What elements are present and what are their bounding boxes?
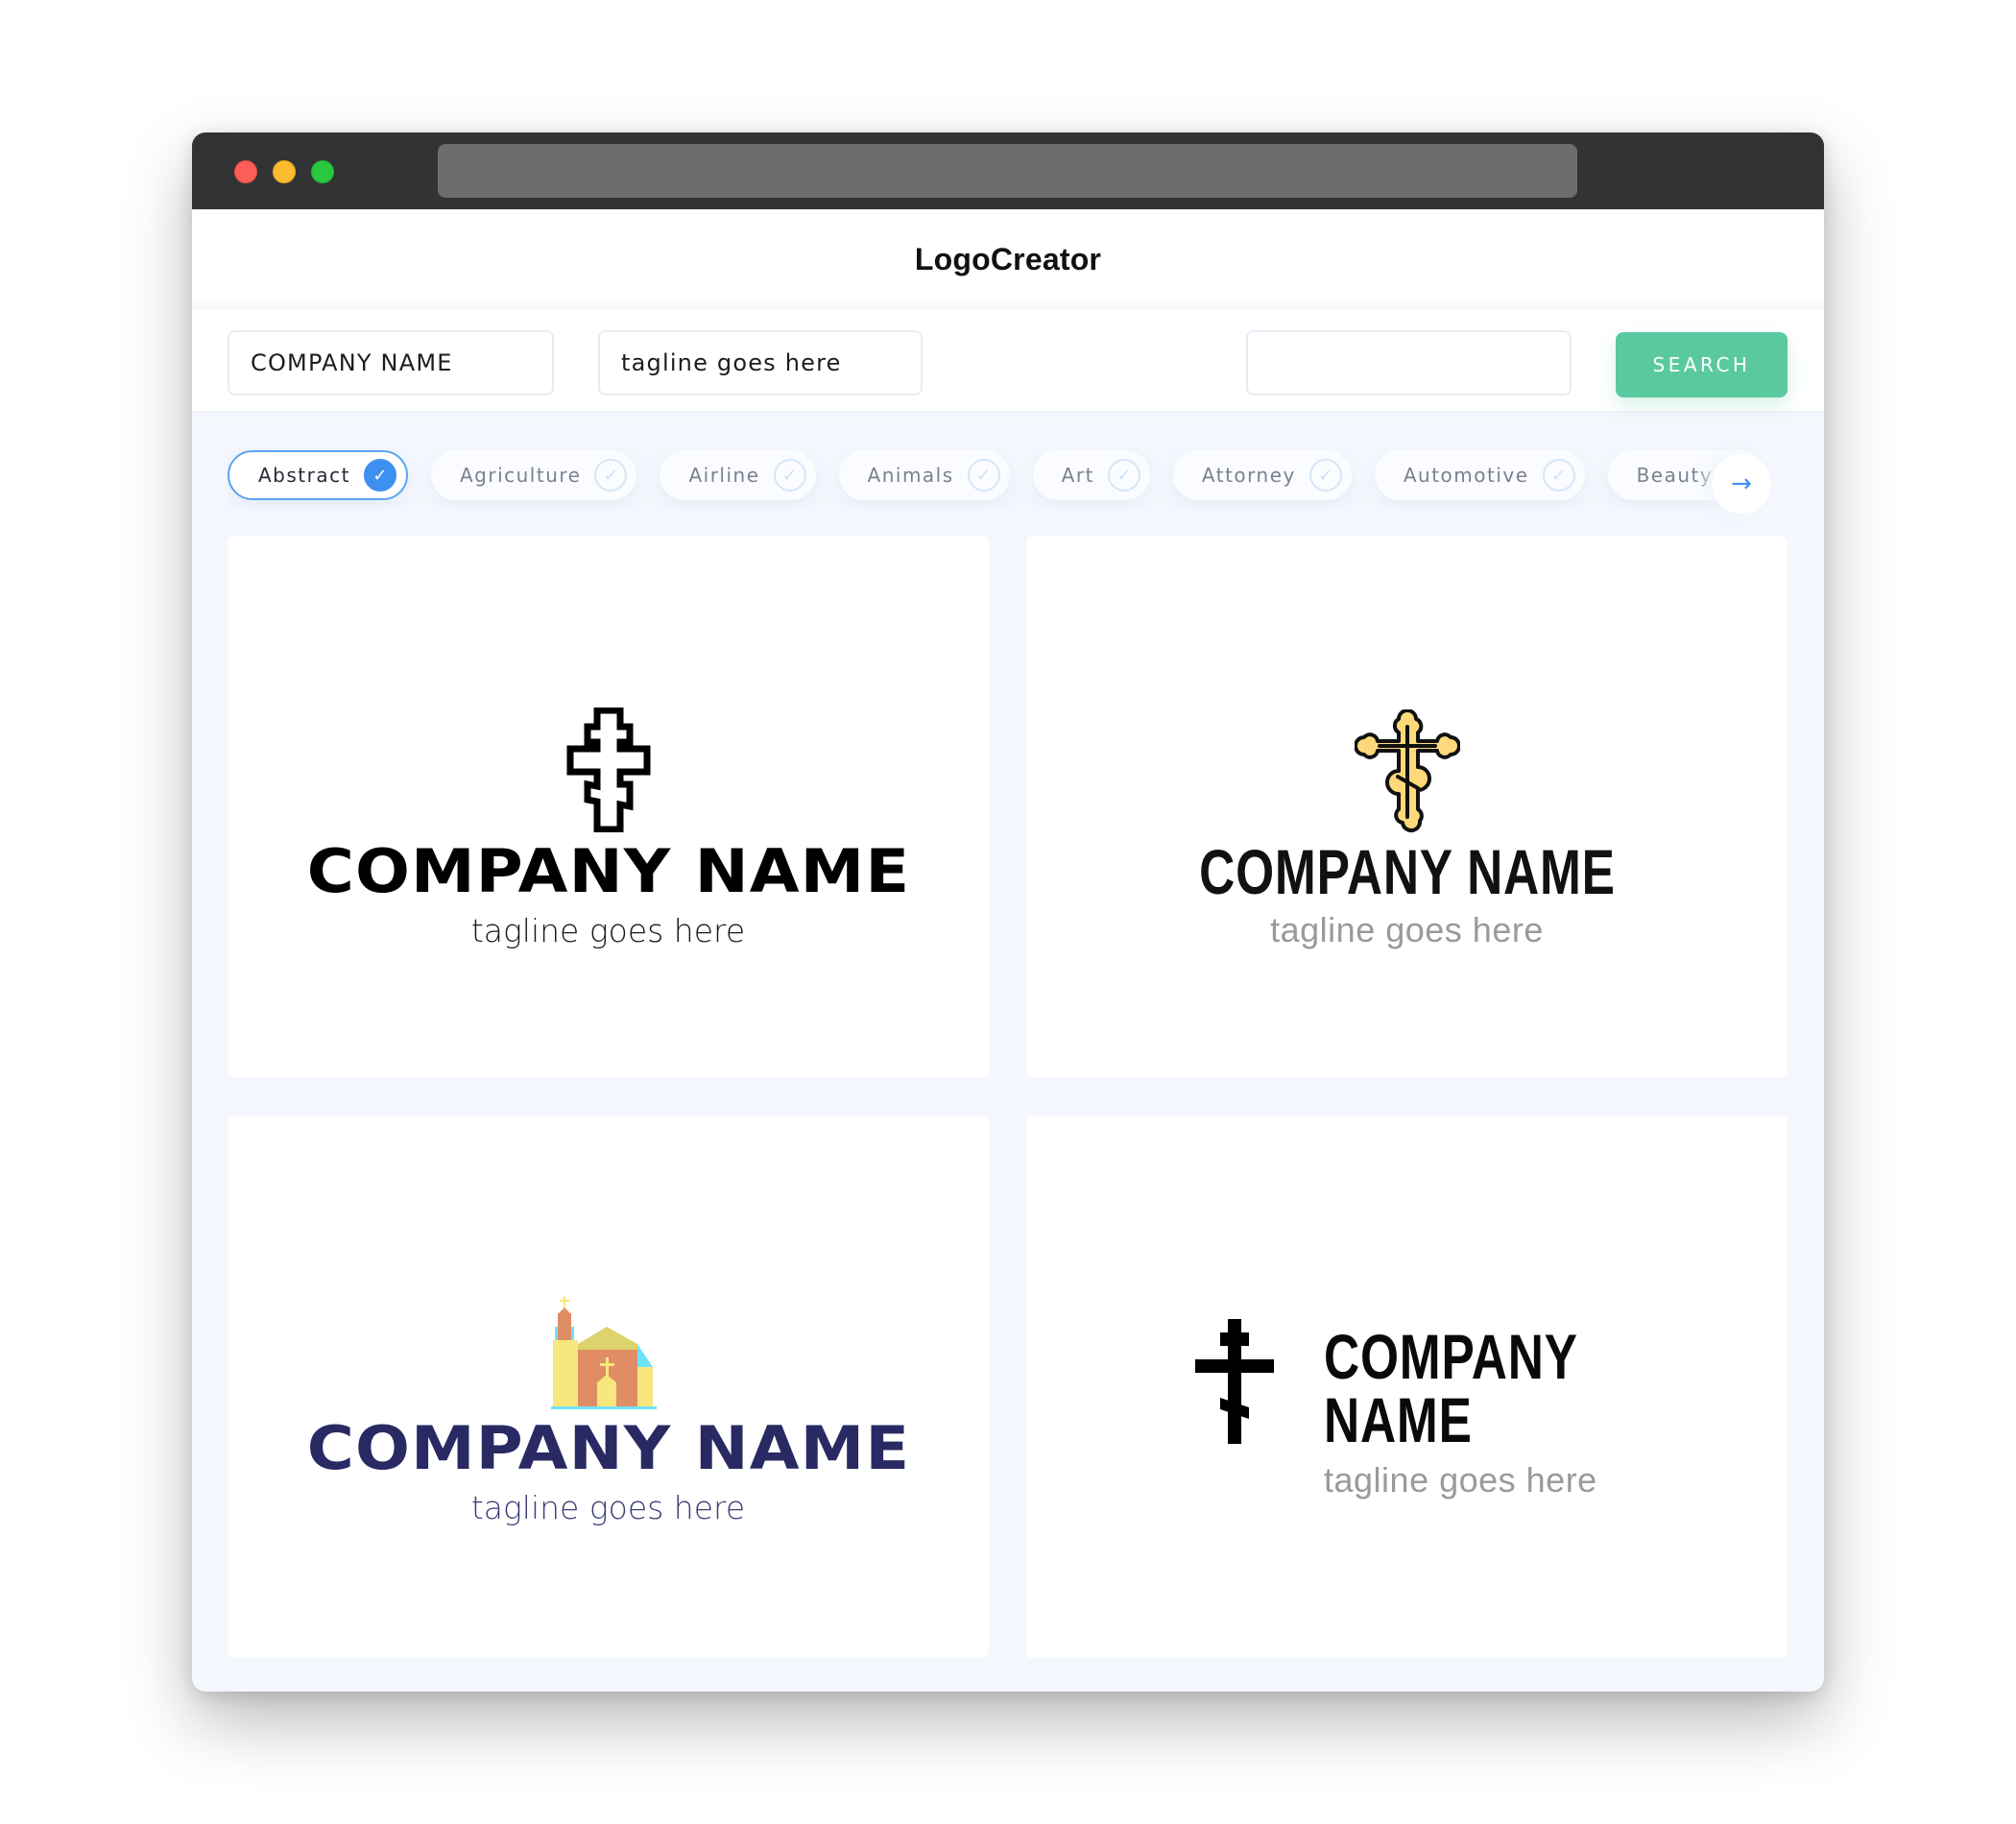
- check-icon: ✓: [773, 459, 806, 492]
- logo-card[interactable]: COMPANY NAME tagline goes here: [228, 1116, 989, 1658]
- search-bar: SEARCH: [192, 309, 1824, 412]
- orthodox-cross-ornate-yellow-icon: [1354, 709, 1460, 832]
- check-icon: ✓: [967, 459, 1000, 492]
- brand-logo-text[interactable]: LogoCreator: [915, 242, 1101, 277]
- logo-card[interactable]: COMPANY NAME tagline goes here: [228, 537, 989, 1077]
- category-chip-abstract[interactable]: Abstract ✓: [228, 450, 408, 500]
- tagline-text: tagline goes here: [1324, 1460, 1597, 1500]
- chip-label: Animals: [867, 464, 954, 487]
- logo-card[interactable]: COMPANY NAME tagline goes here: [1026, 537, 1788, 1077]
- category-chip-attorney[interactable]: Attorney ✓: [1172, 450, 1352, 500]
- keyword-search-input[interactable]: [1246, 330, 1572, 396]
- tagline-text: tagline goes here: [470, 912, 746, 949]
- maximize-window-button[interactable]: [311, 160, 334, 183]
- company-name-text: COMPANY NAME: [1198, 836, 1616, 907]
- app-header: LogoCreator: [192, 209, 1824, 309]
- chip-label: Agriculture: [459, 464, 582, 487]
- category-chip-airline[interactable]: Airline ✓: [660, 450, 816, 500]
- category-chip-list: Abstract ✓ Agriculture ✓ Airline ✓ Anima…: [228, 447, 1754, 509]
- address-bar[interactable]: [438, 144, 1577, 198]
- check-icon: ✓: [1542, 459, 1575, 492]
- chip-label: Airline: [688, 464, 760, 487]
- chip-label: Abstract: [258, 464, 350, 487]
- tagline-text: tagline goes here: [470, 1489, 746, 1526]
- check-icon: ✓: [1107, 459, 1140, 492]
- minimize-window-button[interactable]: [273, 160, 296, 183]
- category-filter-bar: Abstract ✓ Agriculture ✓ Airline ✓ Anima…: [192, 411, 1824, 536]
- logo-card[interactable]: COMPANY NAME tagline goes here: [1026, 1116, 1788, 1658]
- chip-label: Beauty: [1636, 464, 1714, 487]
- company-name-text: COMPANY NAME: [306, 836, 910, 906]
- tagline-text: tagline goes here: [1270, 910, 1544, 949]
- close-window-button[interactable]: [234, 160, 257, 183]
- company-name-input[interactable]: [228, 330, 554, 396]
- chip-label: Automotive: [1403, 464, 1529, 487]
- arrow-right-icon: →: [1731, 469, 1752, 498]
- company-name-text: COMPANY NAME: [1324, 1321, 1577, 1455]
- next-categories-button[interactable]: →: [1712, 454, 1771, 514]
- tagline-input[interactable]: [598, 330, 923, 396]
- category-chip-art[interactable]: Art ✓: [1032, 450, 1150, 500]
- browser-window: LogoCreator SEARCH Abstract ✓ Agricultur…: [192, 132, 1824, 1692]
- check-icon: ✓: [1308, 459, 1342, 492]
- category-chip-automotive[interactable]: Automotive ✓: [1374, 450, 1585, 500]
- company-name-text: COMPANY NAME: [306, 1413, 910, 1483]
- chip-label: Attorney: [1201, 464, 1296, 487]
- orthodox-cross-outline-icon: [566, 708, 650, 832]
- title-bar: [192, 132, 1824, 209]
- orthodox-cross-solid-icon: [1195, 1319, 1274, 1444]
- church-building-icon: [550, 1296, 657, 1409]
- check-icon: ✓: [594, 459, 628, 492]
- check-icon: ✓: [363, 459, 396, 492]
- search-button[interactable]: SEARCH: [1616, 332, 1788, 397]
- category-chip-animals[interactable]: Animals ✓: [838, 450, 1010, 500]
- category-chip-agriculture[interactable]: Agriculture ✓: [430, 450, 637, 500]
- chip-label: Art: [1061, 464, 1094, 487]
